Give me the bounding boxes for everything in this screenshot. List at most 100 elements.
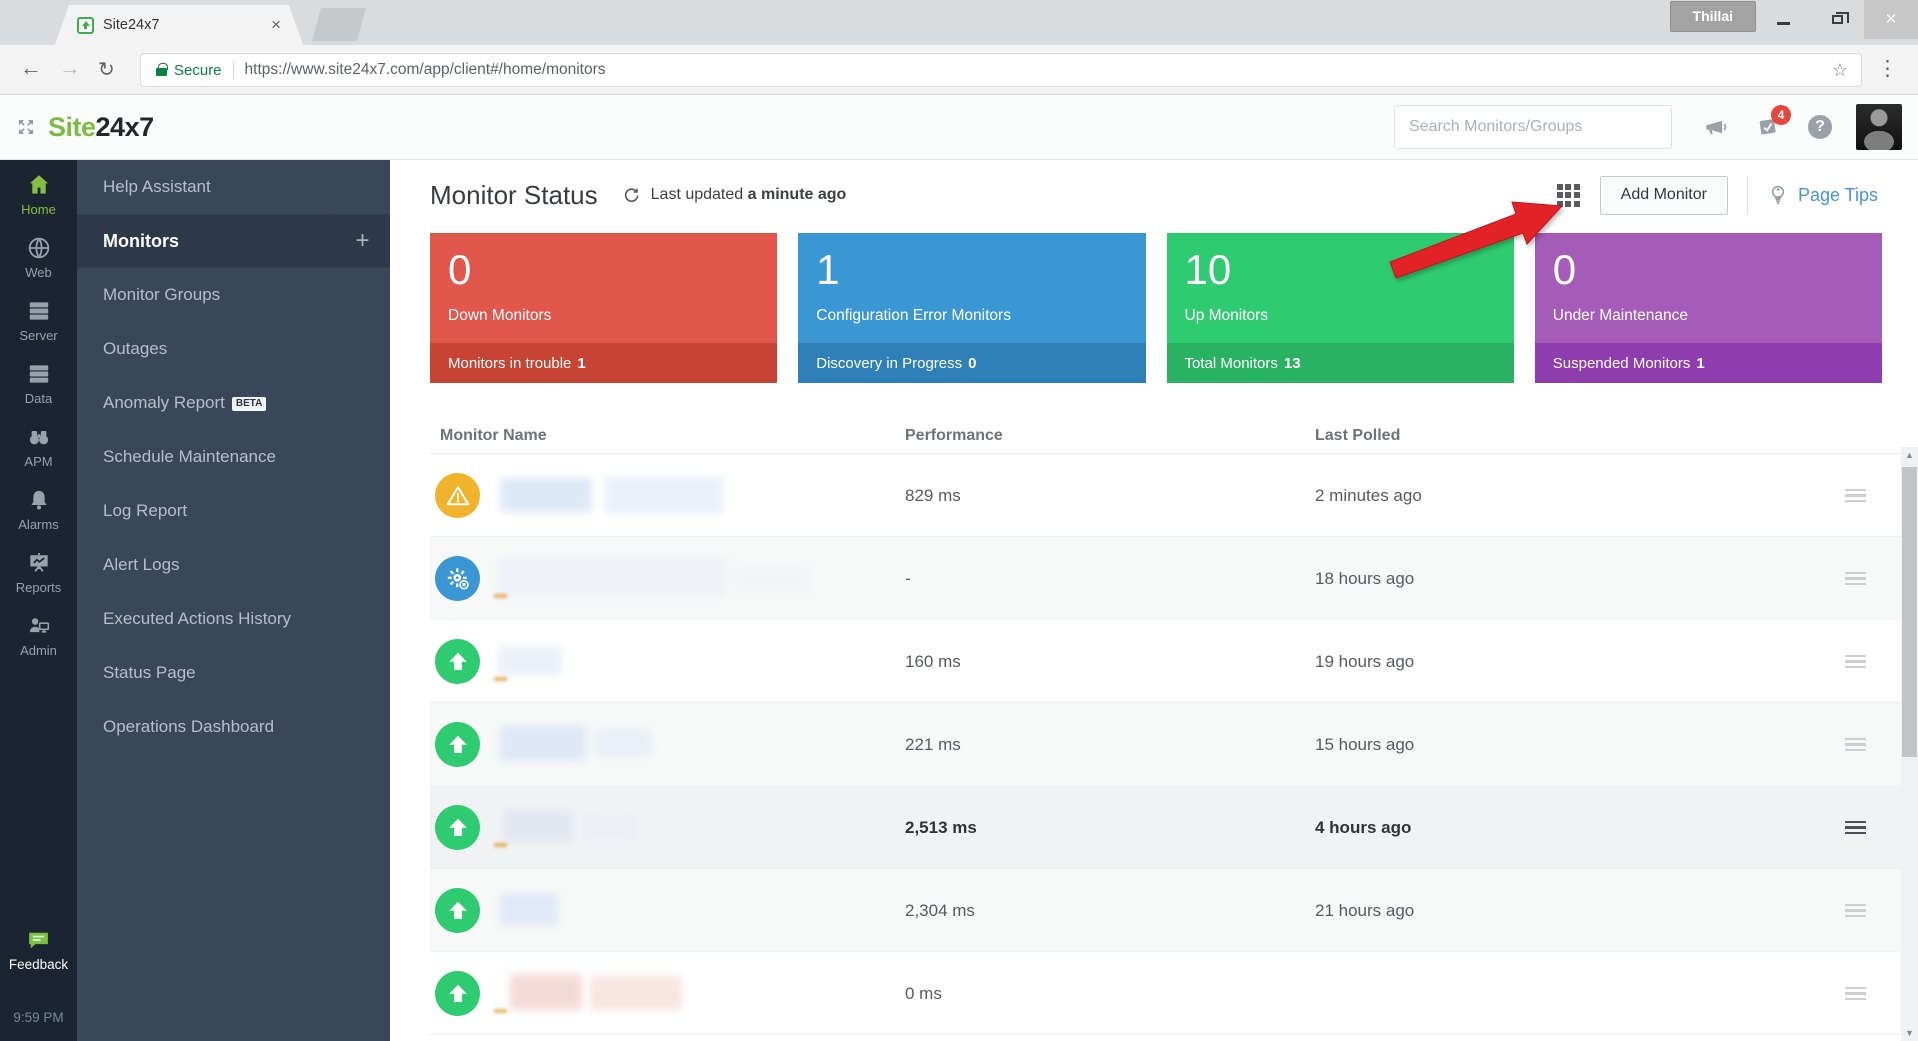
card-footer-value: 13 <box>1284 355 1301 372</box>
rail-item-label: Admin <box>0 643 77 658</box>
last-updated-value: a minute ago <box>748 186 847 203</box>
monitor-row[interactable]: 829 ms2 minutes ago <box>430 454 1901 537</box>
sidebar-item-label: Monitor Groups <box>103 285 220 304</box>
collapse-nav-icon[interactable] <box>16 117 36 137</box>
card-footer-label: Suspended Monitors <box>1553 355 1691 372</box>
refresh-button[interactable]: ↻ <box>98 57 115 82</box>
status-card-under-maintenance[interactable]: 0Under MaintenanceSuspended Monitors1 <box>1535 233 1882 383</box>
rail-item-data[interactable]: Data <box>0 361 77 406</box>
monitor-row[interactable]: 221 ms15 hours ago <box>430 703 1901 786</box>
page-tips-link[interactable]: Page Tips <box>1798 185 1878 206</box>
col-last-polled: Last Polled <box>1315 427 1815 445</box>
row-menu-icon[interactable] <box>1845 569 1866 589</box>
card-footer-value: 1 <box>1696 355 1704 372</box>
user-avatar[interactable] <box>1856 104 1902 150</box>
rail-item-web[interactable]: Web <box>0 235 77 280</box>
announcements-icon[interactable] <box>1702 114 1728 140</box>
rail-item-alarms[interactable]: Alarms <box>0 487 77 532</box>
sidebar-item-anomaly-report[interactable]: Anomaly ReportBETA <box>77 376 390 430</box>
card-label: Down Monitors <box>448 307 759 325</box>
feedback-button[interactable]: Feedback <box>9 928 68 972</box>
browser-tab[interactable]: Site24x7 × <box>55 5 303 45</box>
header-divider <box>1747 176 1748 214</box>
browser-tabstrip: Site24x7 × Thillai × <box>0 0 1918 45</box>
status-card-up-monitors[interactable]: 10Up MonitorsTotal Monitors13 <box>1167 233 1514 383</box>
sidebar-item-monitor-groups[interactable]: Monitor Groups <box>77 268 390 322</box>
table-header: Monitor Name Performance Last Polled <box>430 418 1901 454</box>
scroll-thumb[interactable] <box>1902 467 1917 757</box>
monitor-name-cell <box>492 869 905 952</box>
sidebar-item-label: Executed Actions History <box>103 609 291 628</box>
rail-item-admin[interactable]: Admin <box>0 613 77 658</box>
rail-item-reports[interactable]: Reports <box>0 550 77 595</box>
sidebar-item-label: Outages <box>103 339 167 358</box>
monitor-name-cell <box>492 952 905 1035</box>
forward-button[interactable]: → <box>59 55 81 81</box>
status-up-icon <box>435 722 480 767</box>
browser-profile-button[interactable]: Thillai <box>1670 1 1756 32</box>
row-menu-icon[interactable] <box>1845 735 1866 755</box>
restore-button[interactable] <box>1810 0 1864 39</box>
scroll-up-button[interactable]: ▲ <box>1901 447 1918 463</box>
sidebar-item-label: Schedule Maintenance <box>103 447 276 466</box>
performance-value: 2,304 ms <box>905 901 1315 921</box>
notification-badge: 4 <box>1771 105 1791 125</box>
help-icon[interactable]: ? <box>1808 115 1832 139</box>
sidebar-item-operations-dashboard[interactable]: Operations Dashboard <box>77 700 390 754</box>
sidebar-item-monitors[interactable]: Monitors+ <box>77 214 390 268</box>
refresh-status-icon[interactable] <box>622 186 641 205</box>
rail-item-label: Data <box>0 391 77 406</box>
sidebar-item-schedule-maintenance[interactable]: Schedule Maintenance <box>77 430 390 484</box>
tab-close-icon[interactable]: × <box>271 15 281 35</box>
url-bar[interactable]: Secure https://www.site24x7.com/app/clie… <box>140 53 1862 87</box>
apps-grid-icon[interactable] <box>1557 184 1580 207</box>
minimize-button[interactable] <box>1756 0 1810 39</box>
card-count: 0 <box>448 246 759 294</box>
row-menu-icon[interactable] <box>1845 984 1866 1004</box>
sidebar-item-executed-actions-history[interactable]: Executed Actions History <box>77 592 390 646</box>
card-footer-value: 0 <box>968 355 976 372</box>
rail-item-server[interactable]: Server <box>0 298 77 343</box>
last-polled-value: 15 hours ago <box>1315 735 1815 755</box>
row-menu-icon[interactable] <box>1845 652 1866 672</box>
screen: Site24x7 × Thillai × ← → ↻ Secure https:… <box>0 0 1918 1041</box>
sidebar-item-alert-logs[interactable]: Alert Logs <box>77 538 390 592</box>
notifications-icon[interactable]: 4 <box>1755 114 1781 140</box>
browser-menu-icon[interactable]: ⋮ <box>1877 56 1898 81</box>
status-up-icon <box>435 888 480 933</box>
sidebar-item-outages[interactable]: Outages <box>77 322 390 376</box>
status-trouble-icon <box>435 473 480 518</box>
last-polled-value: 2 minutes ago <box>1315 486 1815 506</box>
close-button[interactable]: × <box>1864 0 1918 39</box>
sidebar-item-help-assistant[interactable]: Help Assistant <box>77 160 390 214</box>
status-card-down-monitors[interactable]: 0Down MonitorsMonitors in trouble1 <box>430 233 777 383</box>
monitor-row[interactable]: 160 ms19 hours ago <box>430 620 1901 703</box>
scroll-down-button[interactable]: ▼ <box>1901 1025 1918 1041</box>
monitor-row[interactable]: 2,513 ms4 hours ago <box>430 786 1901 869</box>
rail-item-apm[interactable]: APM <box>0 424 77 469</box>
status-cards: 0Down MonitorsMonitors in trouble11Confi… <box>430 233 1882 383</box>
row-menu-icon[interactable] <box>1845 486 1866 506</box>
back-button[interactable]: ← <box>20 55 42 81</box>
monitor-row[interactable]: -18 hours ago <box>430 537 1901 620</box>
sidebar-item-status-page[interactable]: Status Page <box>77 646 390 700</box>
card-footer: Total Monitors13 <box>1167 343 1514 383</box>
col-monitor-name: Monitor Name <box>430 427 905 445</box>
search-input[interactable] <box>1394 105 1672 149</box>
row-menu-icon[interactable] <box>1845 818 1866 838</box>
status-card-configuration-error-monitors[interactable]: 1Configuration Error MonitorsDiscovery i… <box>798 233 1145 383</box>
rail-item-label: APM <box>0 454 77 469</box>
admin-icon <box>26 613 52 639</box>
add-monitor-button[interactable]: Add Monitor <box>1600 176 1728 215</box>
add-monitor-plus-icon[interactable]: + <box>334 214 390 268</box>
bookmark-star-icon[interactable]: ☆ <box>1832 60 1848 81</box>
performance-value: 829 ms <box>905 486 1315 506</box>
monitor-row[interactable]: 0 ms <box>430 952 1901 1035</box>
sidebar-item-log-report[interactable]: Log Report <box>77 484 390 538</box>
monitor-row[interactable]: 2,304 ms21 hours ago <box>430 869 1901 952</box>
redacted-monitor-name <box>497 557 727 597</box>
rail-item-home[interactable]: Home <box>0 172 77 217</box>
performance-value: - <box>905 569 1315 589</box>
row-menu-icon[interactable] <box>1845 901 1866 921</box>
new-tab-button[interactable] <box>312 8 366 41</box>
